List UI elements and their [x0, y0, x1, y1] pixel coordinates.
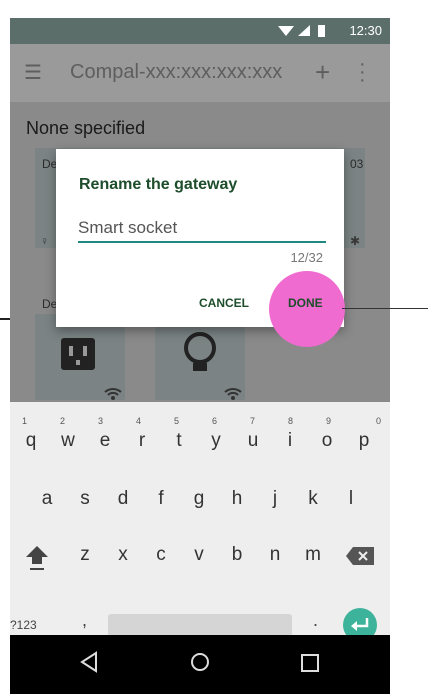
key-d[interactable]: d: [108, 488, 138, 510]
key-j[interactable]: j: [260, 488, 290, 510]
rename-dialog: Rename the gateway 12/32 CANCEL DONE: [56, 149, 345, 347]
dialog-title: Rename the gateway: [79, 176, 238, 193]
key-g[interactable]: g: [184, 488, 214, 510]
key-hint: 9: [326, 416, 332, 426]
wifi-icon: [278, 26, 294, 36]
bulb-icon: ♀: [40, 234, 49, 248]
key-hint: 8: [288, 416, 294, 426]
backspace-icon[interactable]: [346, 547, 374, 565]
shift-icon[interactable]: [24, 542, 50, 572]
wifi-icon: [104, 388, 122, 396]
key-b[interactable]: b: [222, 544, 252, 566]
socket-icon: [61, 338, 95, 370]
annotation-line: [342, 308, 428, 309]
period-key[interactable]: .: [313, 610, 318, 631]
key-r[interactable]: r: [127, 430, 157, 452]
key-hint: 2: [60, 416, 66, 426]
key-s[interactable]: s: [70, 488, 100, 510]
home-icon[interactable]: [189, 651, 211, 679]
wifi-icon: [224, 388, 242, 396]
key-y[interactable]: y: [201, 430, 231, 452]
keyboard: 1 2 3 4 5 6 7 8 9 0 q w e r t y u i o p …: [10, 402, 390, 642]
key-u[interactable]: u: [238, 430, 268, 452]
app-title: Compal-xxx:xxx:xxx:xxx: [70, 61, 283, 83]
key-e[interactable]: e: [90, 430, 120, 452]
key-hint: 6: [212, 416, 218, 426]
back-icon[interactable]: [80, 651, 100, 679]
more-vert-icon[interactable]: · · ·: [359, 54, 366, 90]
plus-icon[interactable]: +: [315, 57, 330, 88]
app-bar: ☰ Compal-xxx:xxx:xxx:xxx + · · ·: [10, 44, 390, 102]
key-l[interactable]: l: [336, 488, 366, 510]
comma-key[interactable]: ,: [82, 610, 87, 631]
key-f[interactable]: f: [146, 488, 176, 510]
key-p[interactable]: p: [349, 430, 379, 452]
key-h[interactable]: h: [222, 488, 252, 510]
done-button[interactable]: DONE: [288, 296, 323, 310]
key-o[interactable]: o: [312, 430, 342, 452]
key-w[interactable]: w: [53, 430, 83, 452]
status-time: 12:30: [349, 23, 382, 38]
key-q[interactable]: q: [16, 430, 46, 452]
status-bar: 12:30: [10, 18, 390, 44]
battery-icon: [318, 25, 325, 37]
key-hint: 7: [250, 416, 256, 426]
bluetooth-icon: ✱: [350, 234, 361, 248]
key-z[interactable]: z: [70, 544, 100, 566]
key-a[interactable]: a: [32, 488, 62, 510]
status-icons: [278, 24, 334, 38]
key-v[interactable]: v: [184, 544, 214, 566]
recents-icon[interactable]: [300, 653, 320, 679]
phone-screen: 12:30 ☰ Compal-xxx:xxx:xxx:xxx + · · · Non…: [10, 18, 390, 694]
key-k[interactable]: k: [298, 488, 328, 510]
key-hint: 3: [98, 416, 104, 426]
menu-icon[interactable]: ☰: [24, 63, 42, 83]
bulb-icon: [184, 332, 216, 364]
section-header: None specified: [26, 118, 146, 138]
key-i[interactable]: i: [275, 430, 305, 452]
key-t[interactable]: t: [164, 430, 194, 452]
key-hint: 0: [376, 416, 382, 426]
symbols-key[interactable]: ?123: [10, 618, 37, 632]
character-counter: 12/32: [290, 250, 323, 265]
cancel-button[interactable]: CANCEL: [199, 296, 249, 310]
signal-icon: [298, 25, 310, 36]
key-hint: 1: [22, 416, 28, 426]
gateway-name-input[interactable]: [78, 215, 326, 243]
key-x[interactable]: x: [108, 544, 138, 566]
key-m[interactable]: m: [298, 544, 328, 566]
device-card-label-right: 03: [350, 157, 364, 171]
nav-bar: [10, 635, 390, 694]
key-n[interactable]: n: [260, 544, 290, 566]
annotation-arrow: [0, 318, 10, 320]
key-hint: 4: [136, 416, 142, 426]
key-c[interactable]: c: [146, 544, 176, 566]
key-hint: 5: [174, 416, 180, 426]
